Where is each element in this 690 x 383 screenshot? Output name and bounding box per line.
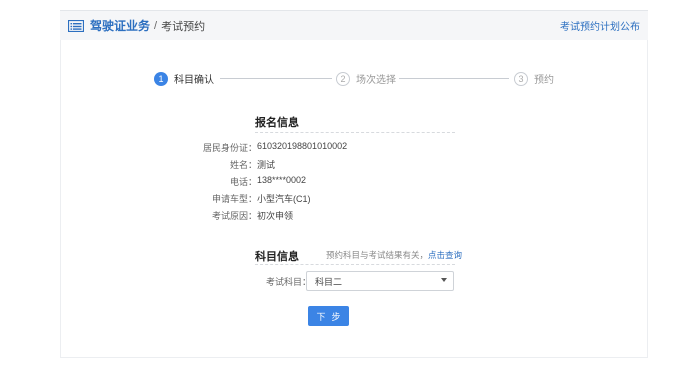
step-2: 2 场次选择: [336, 71, 396, 86]
main-panel: 1 科目确认 2 场次选择 3 预约 报名信息 居民身份证： 610320198…: [60, 40, 648, 358]
subject-note-text: 预约科目与考试结果有关，: [326, 250, 429, 260]
step-label: 预约: [534, 75, 554, 86]
chevron-down-icon: [441, 278, 447, 282]
exam-subject-value: 科目二: [315, 276, 343, 287]
registration-title: 报名信息: [255, 117, 299, 129]
info-value: 小型汽车(C1): [257, 194, 311, 204]
breadcrumb-section[interactable]: 驾驶证业务: [90, 17, 150, 34]
next-button[interactable]: 下步: [308, 306, 349, 326]
subject-title: 科目信息: [255, 251, 299, 263]
info-value: 测试: [257, 160, 276, 170]
divider: [255, 132, 455, 133]
info-row-reason: 考试原因： 初次申领: [159, 209, 293, 222]
info-key: 考试原因：: [211, 211, 257, 221]
breadcrumb: 驾驶证业务 / 考试预约: [67, 17, 206, 34]
info-value: 610320198801010002: [257, 141, 348, 151]
subject-note: 预约科目与考试结果有关，点击查询: [326, 249, 462, 261]
step-number: 1: [154, 71, 168, 86]
info-value: 初次申领: [257, 211, 294, 221]
exam-schedule-link[interactable]: 考试预约计划公布: [560, 18, 640, 33]
exam-subject-select[interactable]: 科目二: [306, 271, 454, 291]
step-label: 场次选择: [356, 75, 396, 86]
step-number: 3: [514, 71, 528, 86]
divider: [255, 264, 455, 265]
breadcrumb-current: 考试预约: [161, 20, 206, 33]
breadcrumb-separator: /: [154, 19, 158, 32]
info-key: 电话：: [229, 177, 257, 187]
list-icon: [67, 19, 85, 32]
step-label: 科目确认: [174, 75, 214, 86]
step-connector: [399, 78, 509, 79]
info-row-id: 居民身份证： 610320198801010002: [159, 141, 347, 154]
info-row-phone: 电话： 138****0002: [159, 175, 306, 188]
info-row-vehicle: 申请车型： 小型汽车(C1): [159, 192, 311, 205]
step-3: 3 预约: [514, 71, 554, 86]
info-key: 申请车型：: [211, 194, 257, 204]
step-indicator: 1 科目确认 2 场次选择 3 预约: [154, 71, 574, 87]
info-value: 138****0002: [257, 175, 307, 185]
step-number: 2: [336, 71, 350, 86]
step-connector: [220, 78, 332, 79]
info-key: 居民身份证：: [202, 143, 257, 153]
step-1: 1 科目确认: [154, 71, 214, 86]
query-link[interactable]: 点击查询: [428, 250, 462, 260]
page-header: 驾驶证业务 / 考试预约 考试预约计划公布: [60, 10, 648, 40]
exam-subject-label: 考试科目：: [266, 277, 312, 287]
info-key: 姓名：: [229, 160, 257, 170]
info-row-name: 姓名： 测试: [159, 158, 275, 171]
